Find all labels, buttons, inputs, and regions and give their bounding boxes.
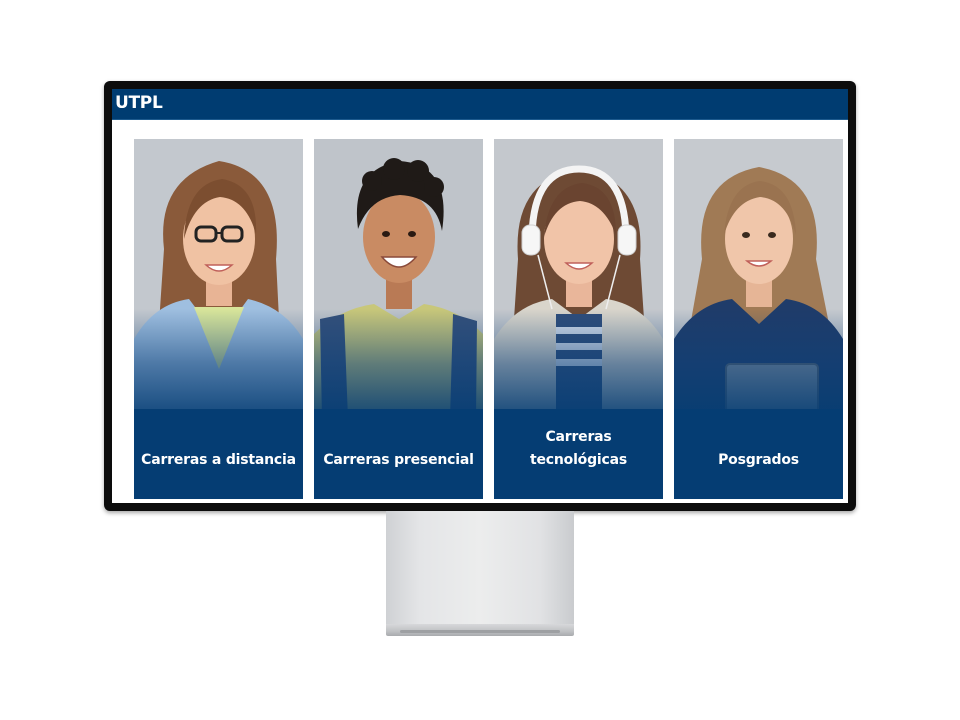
monitor-stand-slot: [400, 630, 560, 633]
program-cards: Carreras a distancia Carreras presencial…: [134, 139, 844, 499]
utpl-logo[interactable]: UTPL: [115, 93, 163, 113]
card-label: Carreras presencial: [323, 452, 474, 468]
monitor-stand: [386, 511, 574, 627]
card-posgrados[interactable]: Posgrados: [674, 139, 843, 499]
site-header: UTPL: [112, 89, 848, 120]
website-screen: UTPL Carreras a distancia Carreras prese…: [112, 89, 848, 503]
monitor-mockup: UTPL Carreras a distancia Carreras prese…: [0, 0, 960, 720]
monitor-bezel: UTPL Carreras a distancia Carreras prese…: [104, 81, 856, 511]
card-carreras-presencial[interactable]: Carreras presencial: [314, 139, 483, 499]
card-label: Carreras a distancia: [141, 452, 296, 468]
card-carreras-a-distancia[interactable]: Carreras a distancia: [134, 139, 303, 499]
card-label-line1: Carreras: [545, 429, 612, 445]
card-carreras-tecnologicas[interactable]: Carreras tecnológicas: [494, 139, 663, 499]
card-label-line2: tecnológicas: [530, 452, 627, 468]
card-label: Posgrados: [718, 452, 799, 468]
